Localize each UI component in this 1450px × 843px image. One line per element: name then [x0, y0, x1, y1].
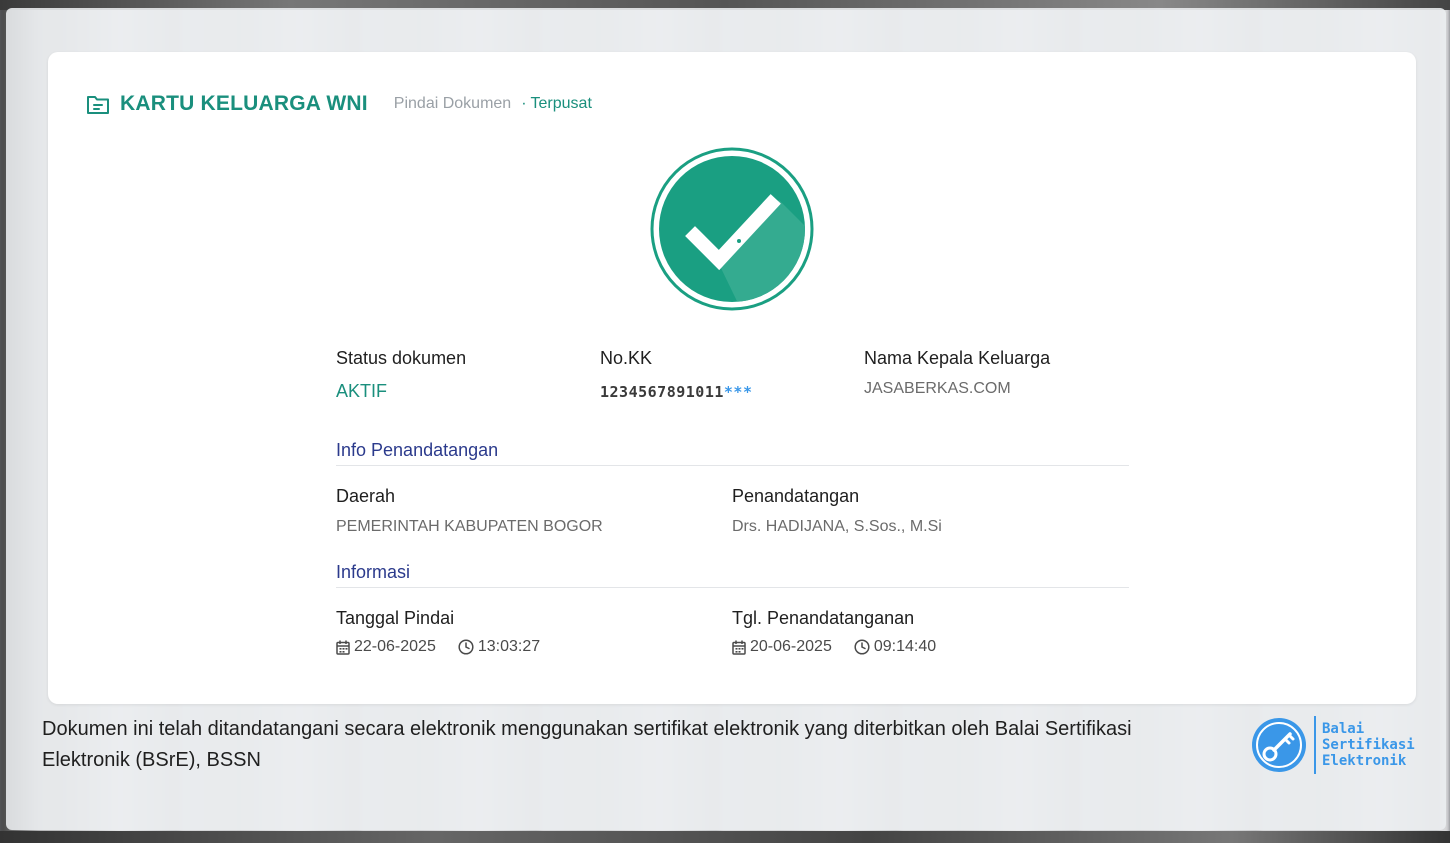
scan-block: Tanggal Pindai 22-06-2025 13:03:27 — [336, 608, 732, 656]
signer-block: Penandatangan Drs. HADIJANA, S.Sos., M.S… — [732, 486, 1128, 536]
check-badge-icon — [650, 147, 814, 311]
sign-time-group: 09:14:40 — [854, 638, 936, 656]
sign-date: 20-06-2025 — [750, 638, 832, 655]
logo-wordmark: Balai Sertifikasi Elektronik — [1322, 721, 1415, 769]
information-title: Informasi — [336, 562, 1129, 588]
sign-datetime: 20-06-2025 09:14:40 — [732, 638, 1128, 656]
summary-row: Status dokumen AKTIF No.KK 1234567891011… — [336, 348, 1129, 402]
sign-block: Tgl. Penandatanganan 20-06-2025 09:14:40 — [732, 608, 1128, 656]
status-label: Status dokumen — [336, 348, 467, 368]
page-title: KARTU KELUARGA WNI — [120, 92, 368, 115]
breadcrumb-scan: Pindai Dokumen — [393, 95, 512, 112]
scan-datetime: 22-06-2025 13:03:27 — [336, 638, 732, 656]
kk-label: No.KK — [600, 348, 653, 368]
sign-label: Tgl. Penandatanganan — [732, 608, 915, 628]
scan-time: 13:03:27 — [477, 638, 541, 655]
scan-date: 22-06-2025 — [354, 638, 436, 655]
logo-line-3: Elektronik — [1322, 753, 1407, 769]
clock-icon — [854, 639, 870, 655]
logo-divider — [1314, 716, 1316, 774]
region-block: Daerah PEMERINTAH KABUPATEN BOGOR — [336, 486, 732, 536]
kk-number-mask: *** — [723, 383, 753, 401]
clock-icon — [458, 639, 474, 655]
calendar-icon — [336, 640, 350, 655]
document-info: Status dokumen AKTIF No.KK 1234567891011… — [336, 348, 1129, 656]
signature-notice: Dokumen ini telah ditandatangani secara … — [42, 718, 1132, 771]
head-label: Nama Kepala Keluarga — [864, 348, 1051, 368]
folder-document-icon — [87, 96, 109, 114]
page-frame: KARTU KELUARGA WNI Pindai Dokumen · Terp… — [6, 8, 1446, 830]
signing-info-row: Daerah PEMERINTAH KABUPATEN BOGOR Penand… — [336, 486, 1129, 536]
kk-number-visible: 1234567891011 — [600, 383, 724, 401]
status-badge: AKTIF — [336, 381, 388, 401]
information-row: Tanggal Pindai 22-06-2025 13:03:27 Tgl. … — [336, 608, 1129, 656]
breadcrumb-active: Terpusat — [530, 95, 592, 112]
signing-info-title: Info Penandatangan — [336, 440, 1129, 466]
sign-time: 09:14:40 — [873, 638, 937, 655]
status-block: Status dokumen AKTIF — [336, 348, 600, 402]
region-label: Daerah — [336, 486, 396, 506]
kk-block: No.KK 1234567891011*** — [600, 348, 864, 402]
breadcrumb-separator: · — [521, 95, 527, 112]
logo-line-2: Sertifikasi — [1322, 737, 1415, 753]
signer-label: Penandatangan — [732, 486, 860, 506]
bsre-logo: Balai Sertifikasi Elektronik — [1250, 716, 1415, 774]
signer-value: Drs. HADIJANA, S.Sos., M.Si — [732, 518, 942, 535]
key-icon — [1252, 718, 1306, 772]
head-value: JASABERKAS.COM — [864, 380, 1011, 397]
background-bottom-strip — [0, 831, 1450, 843]
card-header: KARTU KELUARGA WNI Pindai Dokumen · Terp… — [86, 92, 592, 116]
region-value: PEMERINTAH KABUPATEN BOGOR — [336, 518, 603, 535]
document-card: KARTU KELUARGA WNI Pindai Dokumen · Terp… — [48, 52, 1416, 704]
logo-line-1: Balai — [1322, 721, 1365, 737]
scan-label: Tanggal Pindai — [336, 608, 455, 628]
kk-number: 1234567891011*** — [600, 383, 864, 401]
head-block: Nama Kepala Keluarga JASABERKAS.COM — [864, 348, 1128, 402]
calendar-icon — [732, 640, 746, 655]
scan-time-group: 13:03:27 — [458, 638, 540, 656]
